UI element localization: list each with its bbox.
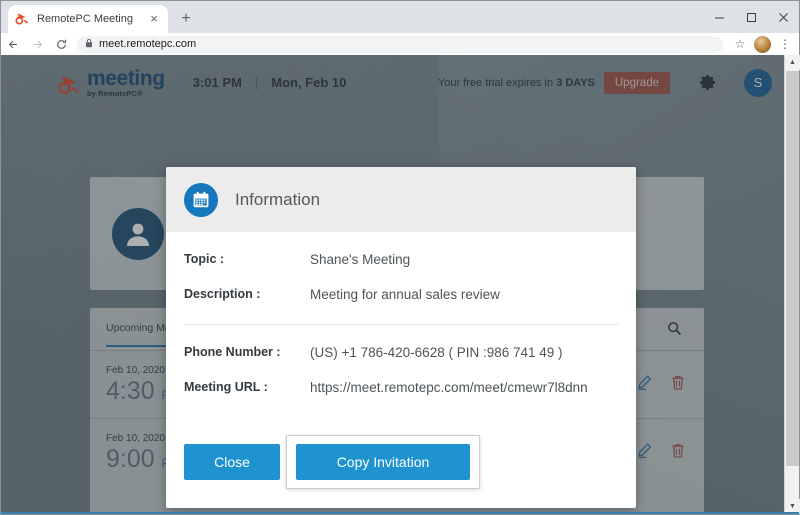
tab-strip: RemotePC Meeting × +: [1, 1, 799, 33]
toolbar-actions: ☆ ⋮: [729, 33, 799, 55]
dialog-title: Information: [235, 189, 321, 209]
field-label: Description :: [184, 287, 261, 301]
reload-icon[interactable]: [49, 33, 73, 55]
calendar-icon: [184, 182, 218, 217]
remotepc-logo-icon: [14, 11, 30, 27]
lock-icon: [85, 38, 93, 50]
back-icon[interactable]: [1, 33, 25, 55]
copy-invitation-button[interactable]: Copy Invitation: [296, 444, 470, 480]
field-label: Topic :: [184, 252, 225, 266]
profile-avatar-icon[interactable]: [754, 35, 771, 53]
field-value: https://meet.remotepc.com/meet/cmewr7l8d…: [310, 380, 588, 395]
page-viewport: meeting by RemotePC® 3:01 PM | Mon, Feb …: [1, 55, 799, 514]
dialog-actions: Close Copy Invitation: [184, 435, 480, 489]
information-dialog: Information Topic : Shane's Meeting Desc…: [166, 167, 636, 508]
url-text: meet.remotepc.com: [99, 38, 197, 50]
menu-dots-icon[interactable]: ⋮: [774, 33, 796, 55]
field-value: (US) +1 786-420-6628 ( PIN :986 741 49 ): [310, 345, 563, 360]
close-button[interactable]: Close: [184, 444, 280, 480]
dialog-body: Topic : Shane's Meeting Description : Me…: [166, 232, 636, 395]
field-phone-number: Phone Number : (US) +1 786-420-6628 ( PI…: [184, 345, 618, 360]
field-meeting-url: Meeting URL : https://meet.remotepc.com/…: [184, 380, 618, 395]
field-value: Shane's Meeting: [310, 252, 411, 267]
field-label: Phone Number :: [184, 345, 281, 359]
window-controls: [703, 1, 799, 33]
dialog-header: Information: [166, 167, 636, 232]
field-label: Meeting URL :: [184, 380, 268, 394]
browser-chrome: RemotePC Meeting × + meet.remotepc.com ☆…: [1, 1, 799, 55]
browser-window: RemotePC Meeting × + meet.remotepc.com ☆…: [0, 0, 800, 515]
bookmark-star-icon[interactable]: ☆: [729, 33, 751, 55]
minimize-icon[interactable]: [703, 1, 735, 33]
status-strip: [1, 512, 799, 514]
field-description: Description : Meeting for annual sales r…: [184, 287, 618, 302]
page-scrollbar[interactable]: ▲ ▼: [784, 55, 800, 514]
browser-tab[interactable]: RemotePC Meeting ×: [8, 5, 168, 33]
window-close-icon[interactable]: [767, 1, 799, 33]
close-icon[interactable]: ×: [146, 11, 162, 27]
field-value: Meeting for annual sales review: [310, 287, 500, 302]
forward-icon[interactable]: [25, 33, 49, 55]
new-tab-button[interactable]: +: [176, 9, 196, 29]
browser-toolbar: meet.remotepc.com ☆ ⋮: [1, 33, 799, 55]
scrollbar-thumb[interactable]: [786, 71, 799, 466]
maximize-icon[interactable]: [735, 1, 767, 33]
scroll-up-icon[interactable]: ▲: [785, 55, 800, 70]
field-topic: Topic : Shane's Meeting: [184, 252, 618, 267]
address-bar[interactable]: meet.remotepc.com: [77, 35, 723, 53]
field-divider: [184, 324, 618, 325]
copy-invitation-focus-ring: Copy Invitation: [286, 435, 480, 489]
tab-title: RemotePC Meeting: [37, 13, 133, 25]
